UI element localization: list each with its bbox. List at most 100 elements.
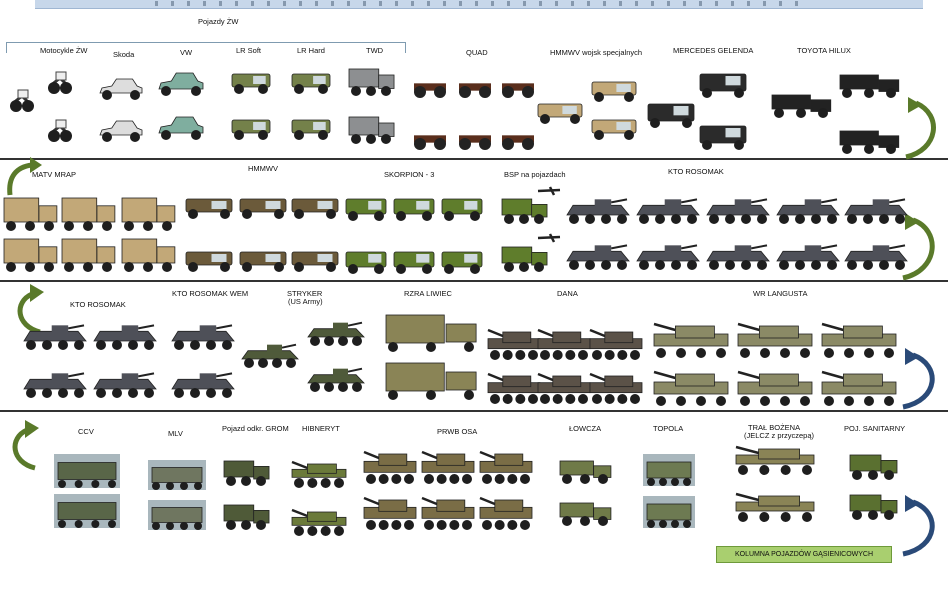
label-hibneryt: HIBNERYT bbox=[302, 424, 340, 433]
vehicle-osa-1 bbox=[362, 450, 418, 484]
vehicle-twd-1 bbox=[347, 66, 395, 96]
vehicle-skorpion-3 bbox=[440, 195, 484, 221]
vehicle-matv-2 bbox=[60, 195, 116, 231]
vehicle-lr-soft-1 bbox=[230, 70, 272, 94]
arrow-right-turn-1 bbox=[905, 97, 936, 160]
vehicle-dana-1 bbox=[486, 328, 542, 360]
row-separator-2 bbox=[0, 280, 948, 282]
vehicle-rosomak-4 bbox=[775, 196, 841, 224]
vehicle-skoda-1 bbox=[98, 76, 144, 100]
label-motocykle: Motocykle ŻW bbox=[40, 46, 88, 55]
vehicle-lr-hard-2 bbox=[290, 116, 332, 140]
vehicle-bsp-drone-2 bbox=[536, 232, 564, 244]
label-poj-sanitarny: POJ. SANITARNY bbox=[844, 424, 906, 433]
label-pojazdy-zw: Pojazdy ŻW bbox=[198, 17, 239, 26]
vehicle-quad-1 bbox=[410, 76, 450, 98]
vehicle-rosomak-r3-2 bbox=[92, 322, 158, 350]
vehicle-quad-5 bbox=[455, 128, 495, 150]
vehicle-rosomak-r3-4 bbox=[92, 370, 158, 398]
vehicle-hmmwv-5 bbox=[238, 248, 288, 272]
vehicle-rosomak-7 bbox=[635, 242, 701, 270]
vehicle-hibneryt-1 bbox=[290, 460, 348, 488]
label-lr-hard: LR Hard bbox=[297, 46, 325, 55]
vehicle-lowcza-1 bbox=[558, 458, 612, 484]
vehicle-ccv-2 bbox=[54, 494, 120, 528]
vehicle-dana-6 bbox=[588, 372, 644, 404]
vehicle-hmmwv-6 bbox=[290, 248, 340, 272]
vehicle-matv-5 bbox=[60, 236, 116, 272]
label-topola: TOPOLA bbox=[653, 424, 684, 433]
vehicle-rosomak-r3-3 bbox=[22, 370, 88, 398]
vehicle-hmmwv-spec-2 bbox=[590, 78, 638, 102]
label-lr-soft: LR Soft bbox=[236, 46, 262, 55]
row-separator-3 bbox=[0, 410, 948, 412]
vehicle-rosomak-3 bbox=[705, 196, 771, 224]
vehicle-matv-1 bbox=[2, 195, 58, 231]
vehicle-dana-5 bbox=[536, 372, 592, 404]
vehicle-mercedes-1 bbox=[646, 100, 696, 128]
label-hmmwv: HMMWV bbox=[248, 164, 278, 173]
vehicle-topola-1 bbox=[643, 454, 695, 486]
label-us-army: (US Army) bbox=[288, 297, 323, 306]
vehicle-stryker-3 bbox=[306, 366, 366, 392]
vehicle-stryker-1 bbox=[240, 342, 300, 368]
arrow-left-turn-3 bbox=[12, 420, 39, 471]
vehicle-rosomak-10 bbox=[843, 242, 909, 270]
vehicle-lr-hard-1 bbox=[290, 70, 332, 94]
vehicle-quad-3 bbox=[498, 76, 538, 98]
vehicle-motocykl-1 bbox=[6, 88, 38, 112]
label-mercedes: MERCEDES GELENDA bbox=[673, 46, 754, 55]
vehicle-toyota-2 bbox=[838, 72, 900, 98]
vehicle-rosomak-5 bbox=[843, 196, 909, 224]
vehicle-hmmwv-4 bbox=[184, 248, 234, 272]
vehicle-hmmwv-spec-1 bbox=[536, 100, 584, 124]
vehicle-bozena-1 bbox=[734, 445, 816, 475]
vehicle-dana-4 bbox=[486, 372, 542, 404]
vehicle-sanitarny-1 bbox=[848, 452, 898, 480]
vehicle-grom-1 bbox=[222, 458, 270, 486]
vehicle-langusta-2 bbox=[736, 322, 814, 358]
label-lowcza: ŁOWCZA bbox=[569, 424, 602, 433]
label-vw: VW bbox=[180, 48, 193, 57]
header-banner bbox=[35, 0, 923, 9]
vehicle-matv-4 bbox=[2, 236, 58, 272]
vehicle-osa-2 bbox=[420, 450, 476, 484]
label-bsp: BSP na pojazdach bbox=[504, 170, 566, 179]
vehicle-rosomak-6 bbox=[565, 242, 631, 270]
label-twd: TWD bbox=[366, 46, 384, 55]
vehicle-motocykl-2 bbox=[44, 70, 76, 94]
vehicle-vw-2 bbox=[157, 114, 205, 140]
vehicle-langusta-6 bbox=[820, 370, 898, 406]
vehicle-osa-4 bbox=[362, 496, 418, 530]
label-skorpion: SKORPION - 3 bbox=[384, 170, 435, 179]
vehicle-liwiec-1 bbox=[384, 312, 478, 352]
banner-kolumna-gasienicowa: KOLUMNA POJAZDÓW GĄSIENICOWYCH bbox=[716, 546, 892, 563]
vehicle-quad-2 bbox=[455, 76, 495, 98]
vehicle-vw-1 bbox=[157, 70, 205, 96]
vehicle-dana-3 bbox=[588, 328, 644, 360]
vehicle-mercedes-2 bbox=[698, 70, 748, 98]
vehicle-bozena-2 bbox=[734, 492, 816, 522]
vehicle-grom-2 bbox=[222, 502, 270, 530]
vehicle-osa-5 bbox=[420, 496, 476, 530]
vehicle-lr-soft-2 bbox=[230, 116, 272, 140]
vehicle-skorpion-6 bbox=[440, 248, 484, 274]
vehicle-langusta-1 bbox=[652, 322, 730, 358]
label-wr-langusta: WR LANGUSTA bbox=[753, 289, 808, 298]
vehicle-rosomak-1 bbox=[565, 196, 631, 224]
vehicle-langusta-4 bbox=[652, 370, 730, 406]
vehicle-mlv-2 bbox=[148, 500, 206, 530]
vehicle-hmmwv-1 bbox=[184, 195, 234, 219]
vehicle-hmmwv-spec-3 bbox=[590, 116, 638, 140]
vehicle-hmmwv-3 bbox=[290, 195, 340, 219]
row-separator-1 bbox=[0, 158, 948, 160]
vehicle-osa-6 bbox=[478, 496, 534, 530]
arrow-left-turn-1 bbox=[7, 157, 42, 196]
label-dana: DANA bbox=[557, 289, 578, 298]
header-text-blur bbox=[155, 1, 805, 6]
vehicle-langusta-5 bbox=[736, 370, 814, 406]
vehicle-skorpion-1 bbox=[344, 195, 388, 221]
vehicle-twd-2 bbox=[347, 114, 395, 144]
vehicle-rosomak-wem-1 bbox=[170, 322, 236, 350]
label-kto-rosomak-wem: KTO ROSOMAK WEM bbox=[172, 289, 249, 298]
